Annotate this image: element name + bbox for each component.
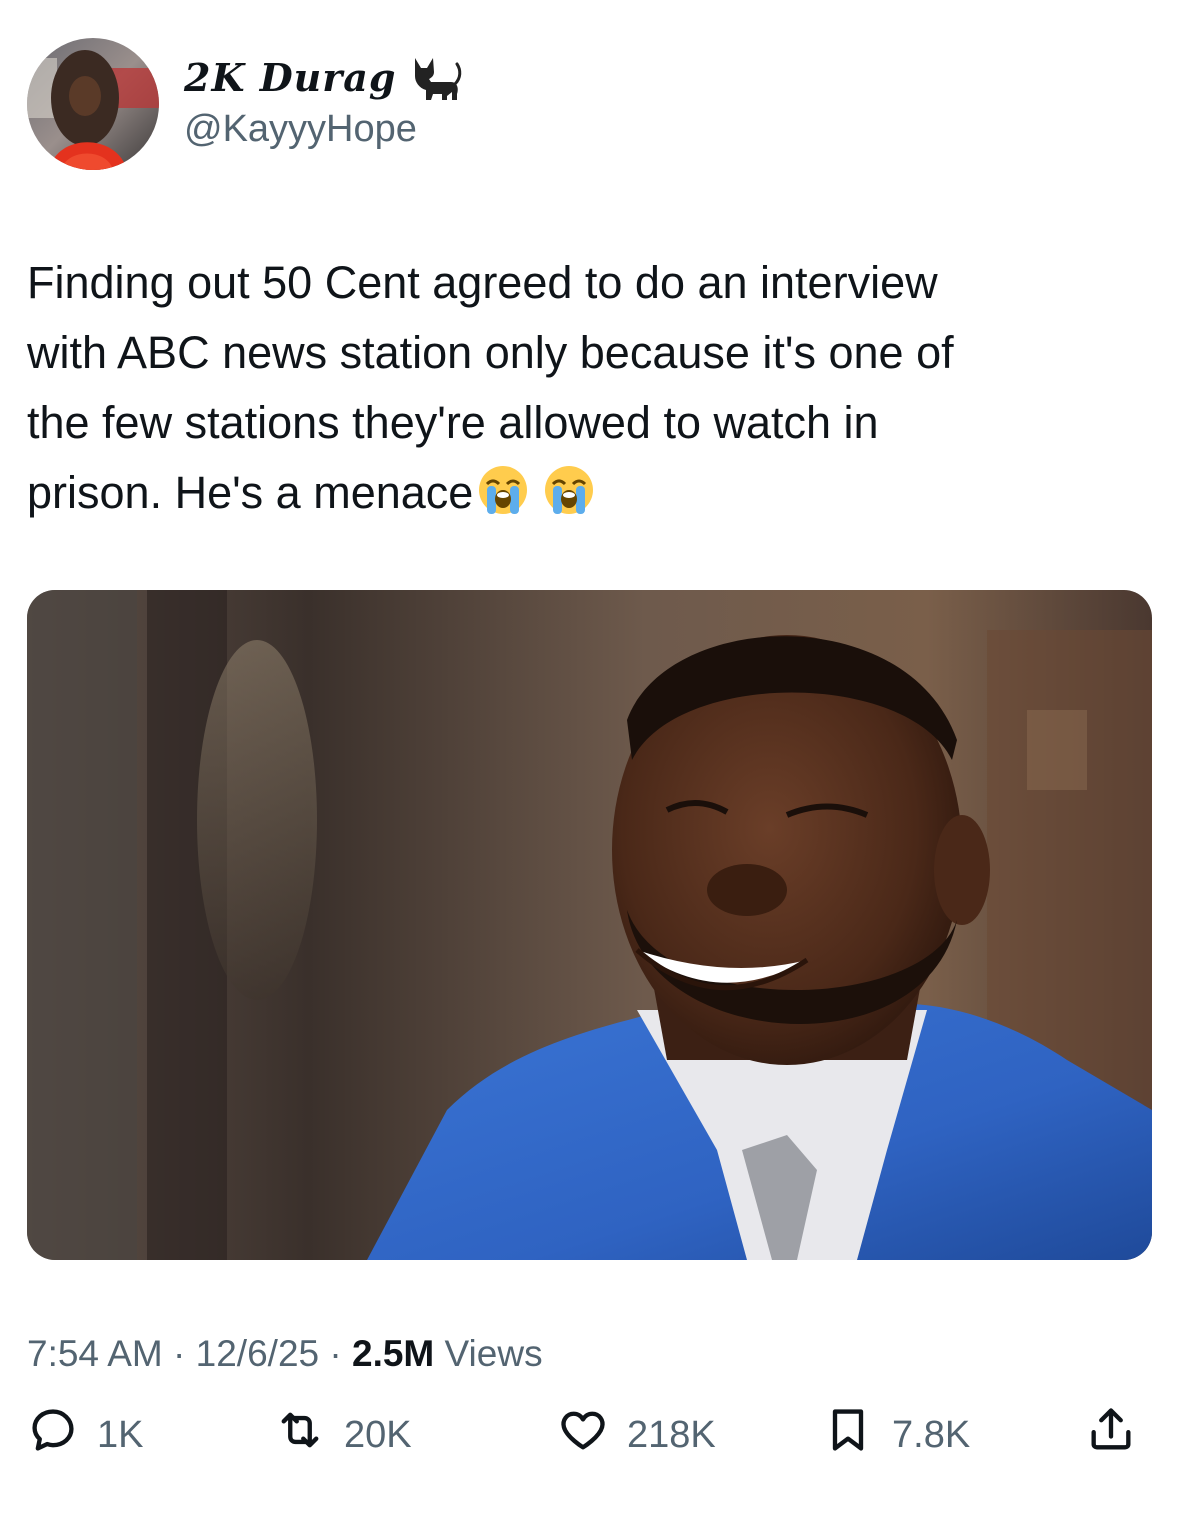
meta-separator: · (329, 1333, 342, 1374)
loudly-crying-face-icon (543, 464, 595, 516)
tweet-actions: 1K 20K 218K 7.8K (27, 1400, 1152, 1470)
cat-icon (407, 52, 463, 102)
heart-icon (557, 1404, 609, 1466)
tweet-date[interactable]: 12/6/25 (196, 1333, 319, 1374)
tweet-time[interactable]: 7:54 AM (27, 1333, 163, 1374)
reply-icon (27, 1404, 79, 1466)
reply-count: 1K (97, 1413, 144, 1456)
share-icon (1085, 1404, 1137, 1466)
views-label: Views (444, 1333, 543, 1374)
display-name-text: 2K Durag (184, 54, 397, 100)
tweet-meta: 7:54 AM · 12/6/25 · 2.5M Views (27, 1333, 543, 1375)
photo-image (27, 590, 1152, 1260)
retweet-icon (274, 1404, 326, 1466)
bookmark-button[interactable]: 7.8K (822, 1400, 970, 1470)
tweet-photo[interactable] (27, 590, 1152, 1260)
display-name[interactable]: 2K Durag (184, 52, 463, 102)
like-count: 218K (627, 1413, 716, 1456)
retweet-button[interactable]: 20K (274, 1400, 412, 1470)
reply-button[interactable]: 1K (27, 1400, 143, 1470)
avatar-photo (27, 38, 159, 170)
retweet-count: 20K (344, 1413, 412, 1456)
loudly-crying-face-icon (477, 464, 529, 516)
tweet-text: Finding out 50 Cent agreed to do an inte… (27, 248, 1147, 528)
views-count[interactable]: 2.5M (352, 1333, 434, 1374)
bookmark-count: 7.8K (892, 1413, 971, 1456)
like-button[interactable]: 218K (557, 1400, 716, 1470)
meta-separator: · (173, 1333, 186, 1374)
share-button[interactable] (1085, 1400, 1137, 1470)
bookmark-icon (822, 1404, 874, 1466)
avatar[interactable] (27, 38, 159, 170)
user-handle[interactable]: @KayyyHope (184, 108, 417, 151)
